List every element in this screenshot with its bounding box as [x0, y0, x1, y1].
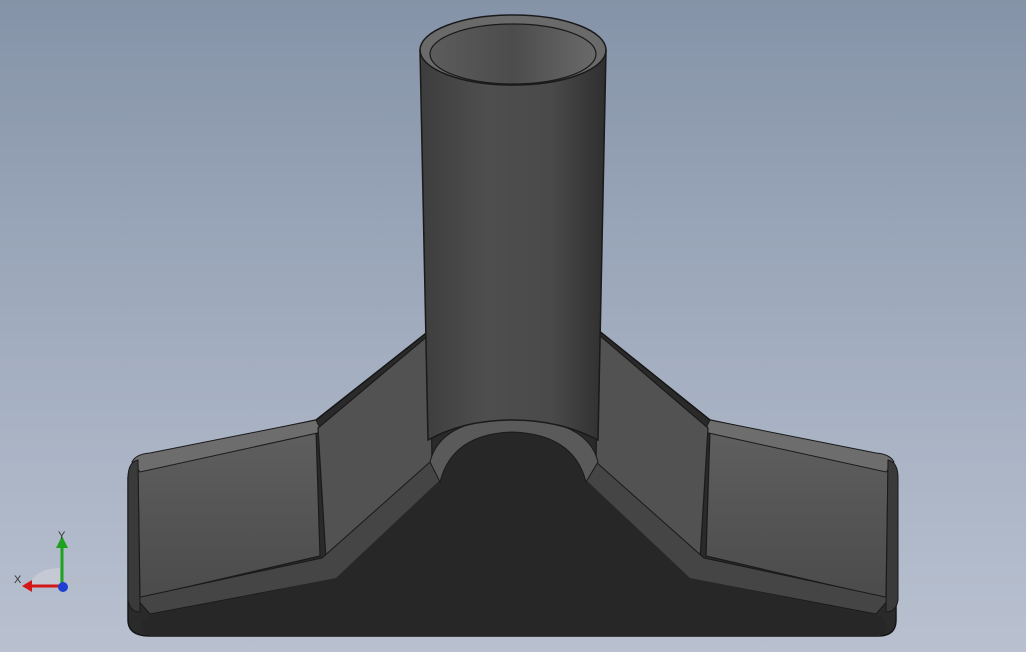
- triad-graphic: [22, 536, 68, 592]
- tube-body[interactable]: [419, 49, 607, 442]
- left-end-cap[interactable]: [127, 459, 141, 613]
- triad-y-label: Y: [58, 530, 66, 542]
- triad-x-label: X: [14, 574, 22, 586]
- graphics-viewport[interactable]: X Y: [0, 0, 1026, 652]
- tube-inner-opening[interactable]: [429, 23, 597, 85]
- right-end-cap[interactable]: [885, 459, 899, 613]
- 3d-model-view[interactable]: [0, 0, 1026, 652]
- orientation-triad: X Y: [10, 528, 80, 598]
